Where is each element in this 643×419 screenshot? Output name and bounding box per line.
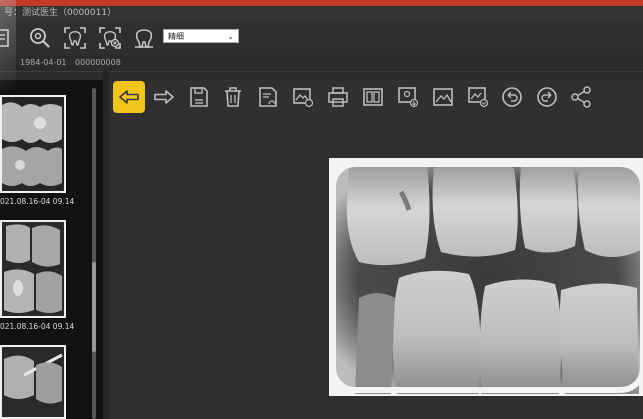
back-arrow-icon[interactable] xyxy=(113,81,145,113)
undo-icon[interactable] xyxy=(496,81,528,113)
patient-info-bar: 1984-04-01 000000008 xyxy=(0,55,643,72)
patient-birthdate: 1984-04-01 xyxy=(20,58,67,67)
image-toolbar xyxy=(110,79,643,115)
thumbnail-1[interactable] xyxy=(0,95,66,193)
patient-id: 000000008 xyxy=(75,58,121,67)
redo-icon[interactable] xyxy=(531,81,563,113)
quality-select-value: 精细 xyxy=(168,32,184,41)
forward-arrow-icon[interactable] xyxy=(148,81,180,113)
compare-icon[interactable] xyxy=(357,81,389,113)
xray-main-frame[interactable] xyxy=(329,158,643,396)
thumbnail-scrollbar-thumb[interactable] xyxy=(92,262,96,352)
image-check-icon[interactable] xyxy=(462,81,494,113)
thumbnail-1-label: 021.08.16-04 09.14 xyxy=(0,197,75,206)
share-icon[interactable] xyxy=(565,81,597,113)
save-icon[interactable] xyxy=(183,81,215,113)
trash-icon[interactable] xyxy=(217,81,249,113)
tooth-remove-icon[interactable] xyxy=(97,25,123,51)
thumbnail-scrollbar[interactable] xyxy=(92,88,96,419)
quality-select[interactable]: 精细 ⌄ xyxy=(163,29,239,43)
report-icon[interactable] xyxy=(252,81,284,113)
window-edge-overlay xyxy=(0,0,16,90)
print-icon[interactable] xyxy=(322,81,354,113)
tooth-icon[interactable] xyxy=(131,25,157,51)
xray-main-image xyxy=(330,161,643,394)
thumbnail-3[interactable] xyxy=(0,345,66,419)
image-download-icon[interactable] xyxy=(392,81,424,113)
panel-divider[interactable] xyxy=(103,71,109,419)
xray-thumbnail-image xyxy=(0,95,66,193)
xray-thumbnail-image xyxy=(0,220,66,318)
title-bar: 号：测试医生（0000011） xyxy=(0,6,643,21)
image-export-icon[interactable] xyxy=(287,81,319,113)
window-title: 号：测试医生（0000011） xyxy=(4,8,117,18)
main-toolbar xyxy=(0,21,643,56)
chevron-down-icon: ⌄ xyxy=(227,32,234,41)
zoom-icon[interactable] xyxy=(27,25,53,51)
thumbnail-2-label: 021.08.16-04 09.14 xyxy=(0,322,75,331)
thumbnail-2[interactable] xyxy=(0,220,66,318)
tooth-scan-icon[interactable] xyxy=(62,25,88,51)
xray-thumbnail-image xyxy=(0,345,66,419)
image-icon[interactable] xyxy=(427,81,459,113)
